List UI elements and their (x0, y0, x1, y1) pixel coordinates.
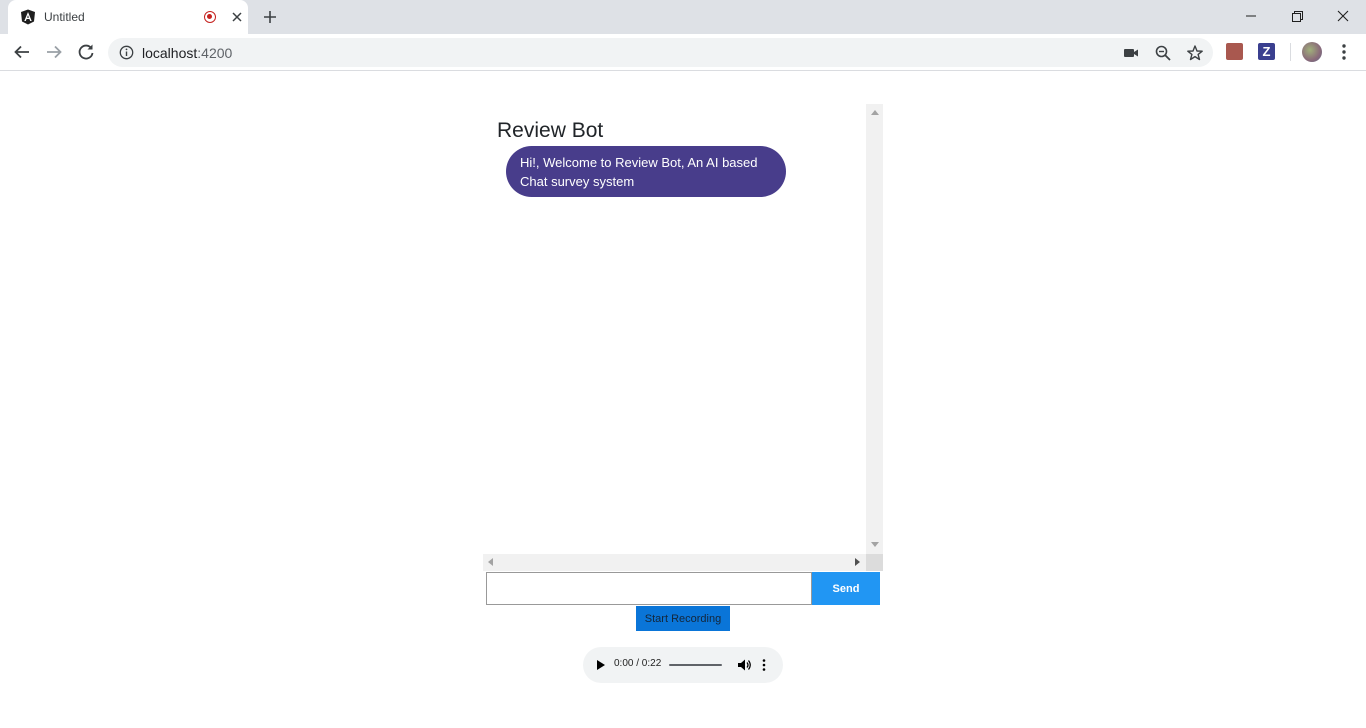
scroll-right-arrow-icon[interactable] (855, 558, 860, 566)
horizontal-scrollbar[interactable] (483, 554, 866, 571)
chat-panel: Review Bot Hi!, Welcome to Review Bot, A… (483, 104, 883, 571)
browser-tab[interactable]: Untitled (8, 0, 248, 34)
angular-icon (21, 9, 35, 25)
z-extension-icon[interactable]: Z (1258, 43, 1275, 60)
message-input[interactable] (486, 572, 812, 605)
tab-close-icon[interactable] (228, 8, 246, 26)
restore-icon[interactable] (1284, 4, 1310, 28)
more-vertical-icon[interactable] (1336, 42, 1352, 62)
minimize-icon[interactable] (1238, 4, 1264, 28)
scroll-up-arrow-icon[interactable] (871, 110, 879, 115)
tab-strip: Untitled (0, 0, 1366, 34)
pdf-extension-icon[interactable] (1226, 43, 1243, 60)
play-icon[interactable] (597, 660, 605, 670)
back-icon[interactable] (11, 41, 33, 63)
forward-icon[interactable] (43, 41, 65, 63)
star-icon[interactable] (1186, 44, 1204, 62)
start-recording-button[interactable]: Start Recording (636, 606, 730, 631)
url-host: localhost (142, 45, 198, 61)
url-port: :4200 (197, 45, 233, 61)
vertical-scrollbar[interactable] (866, 104, 883, 554)
volume-icon[interactable] (737, 658, 751, 672)
camera-icon[interactable] (1122, 44, 1140, 62)
chat-title: Review Bot (497, 119, 604, 142)
recording-icon (204, 11, 216, 23)
address-bar[interactable]: localhost:4200 (108, 38, 1213, 67)
audio-player: 0:00 / 0:22 (583, 647, 783, 683)
zoom-out-icon[interactable] (1154, 44, 1172, 62)
browser-toolbar: localhost:4200 Z (0, 34, 1366, 71)
scroll-left-arrow-icon[interactable] (488, 558, 493, 566)
reload-icon[interactable] (75, 41, 97, 63)
bot-message: Hi!, Welcome to Review Bot, An AI based … (506, 146, 786, 197)
url-text: localhost:4200 (142, 45, 232, 61)
send-button[interactable]: Send (812, 572, 880, 605)
scrollbar-corner (866, 554, 883, 571)
info-icon[interactable] (119, 45, 134, 60)
more-options-icon[interactable] (761, 658, 767, 672)
audio-progress-slider[interactable] (669, 664, 722, 666)
avatar[interactable] (1302, 42, 1322, 62)
tab-title: Untitled (44, 10, 85, 24)
audio-time: 0:00 / 0:22 (614, 658, 662, 669)
window-close-icon[interactable] (1330, 4, 1356, 28)
scroll-down-arrow-icon[interactable] (871, 542, 879, 547)
toolbar-separator (1290, 43, 1291, 61)
new-tab-plus-icon[interactable] (259, 6, 281, 28)
